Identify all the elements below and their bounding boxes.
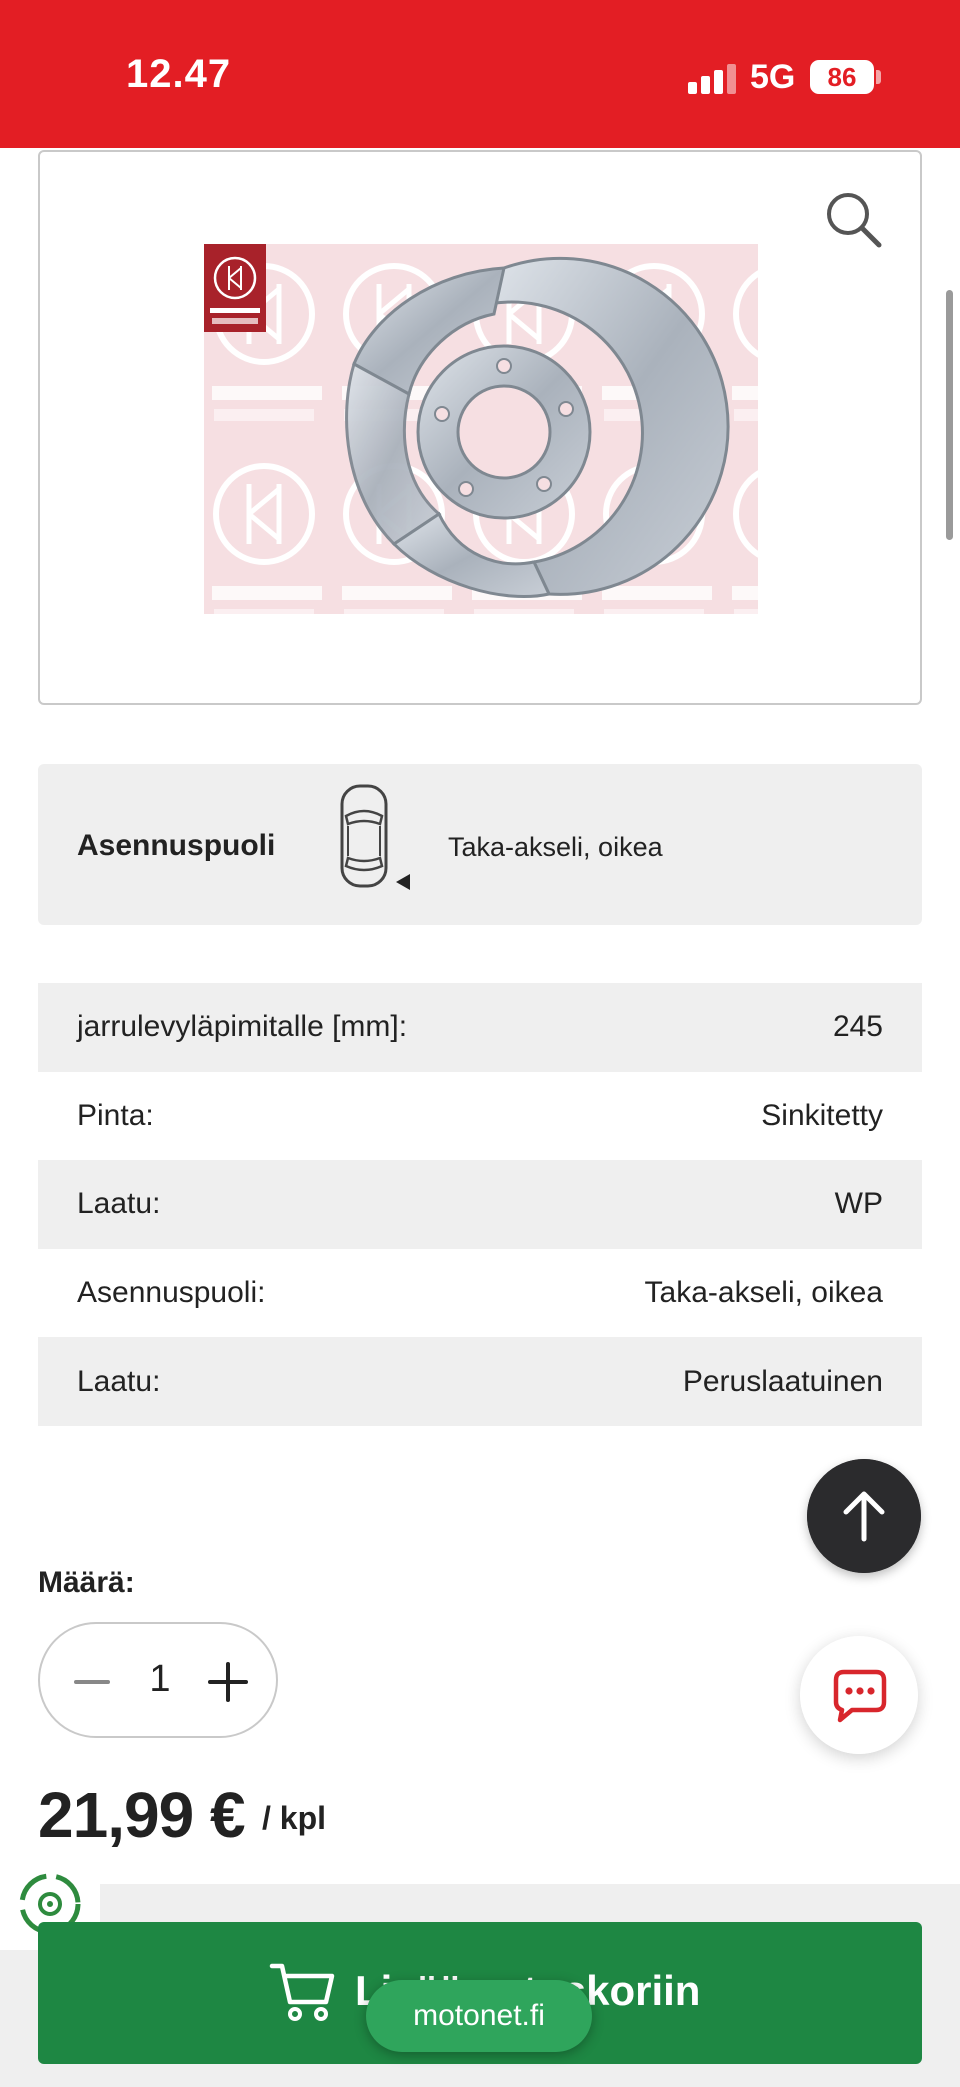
zoom-icon[interactable] <box>824 190 884 250</box>
spec-label: Asennuspuoli: <box>77 1276 266 1310</box>
url-pill[interactable]: motonet.fi <box>366 1980 592 2052</box>
price-unit: / kpl <box>262 1800 327 1836</box>
spec-row: Laatu: Peruslaatuinen <box>38 1337 922 1426</box>
signal-icon <box>688 64 736 94</box>
page-scrollbar[interactable] <box>946 290 953 540</box>
spec-label: jarrulevyläpimitalle [mm]: <box>77 1010 408 1044</box>
spec-value: Peruslaatuinen <box>682 1364 883 1398</box>
spec-table: jarrulevyläpimitalle [mm]: 245 Pinta: Si… <box>38 983 922 1426</box>
plus-icon[interactable] <box>198 1652 258 1712</box>
brand-logo <box>204 244 266 332</box>
spec-label: Laatu: <box>77 1187 161 1221</box>
price: 21,99 € <box>38 1779 246 1851</box>
network-type: 5G <box>750 58 796 96</box>
spec-row: Asennuspuoli: Taka-akseli, oikea <box>38 1249 922 1338</box>
mounting-side-label: Asennuspuoli <box>77 829 276 862</box>
spec-value: WP <box>834 1187 883 1221</box>
battery-icon: 86 <box>810 60 874 94</box>
spec-value: Taka-akseli, oikea <box>644 1276 883 1310</box>
spec-row: Laatu: WP <box>38 1160 922 1249</box>
status-bar: 12.47 5G 86 <box>0 0 960 148</box>
product-image[interactable] <box>204 244 758 614</box>
battery-tip <box>876 70 881 84</box>
quantity-label: Määrä: <box>38 1566 135 1599</box>
spec-value: 245 <box>832 1010 883 1044</box>
spec-label: Laatu: <box>77 1364 161 1398</box>
spec-value: Sinkitetty <box>761 1098 883 1132</box>
scroll-to-top-button[interactable] <box>807 1459 921 1573</box>
car-rear-right-icon <box>340 784 410 890</box>
quantity-stepper[interactable]: 1 <box>38 1622 278 1738</box>
chat-button[interactable] <box>800 1636 918 1754</box>
status-time: 12.47 <box>126 52 232 96</box>
spec-row: jarrulevyläpimitalle [mm]: 245 <box>38 983 922 1072</box>
product-page: 12.47 5G 86 Asennuspuoli Taka-akseli, oi… <box>0 0 960 2087</box>
spec-label: Pinta: <box>77 1098 154 1132</box>
minus-icon[interactable] <box>62 1652 122 1712</box>
quantity-value[interactable]: 1 <box>130 1658 190 1701</box>
mounting-side-value: Taka-akseli, oikea <box>448 832 663 862</box>
cart-icon <box>269 1963 335 2021</box>
spec-row: Pinta: Sinkitetty <box>38 1072 922 1161</box>
